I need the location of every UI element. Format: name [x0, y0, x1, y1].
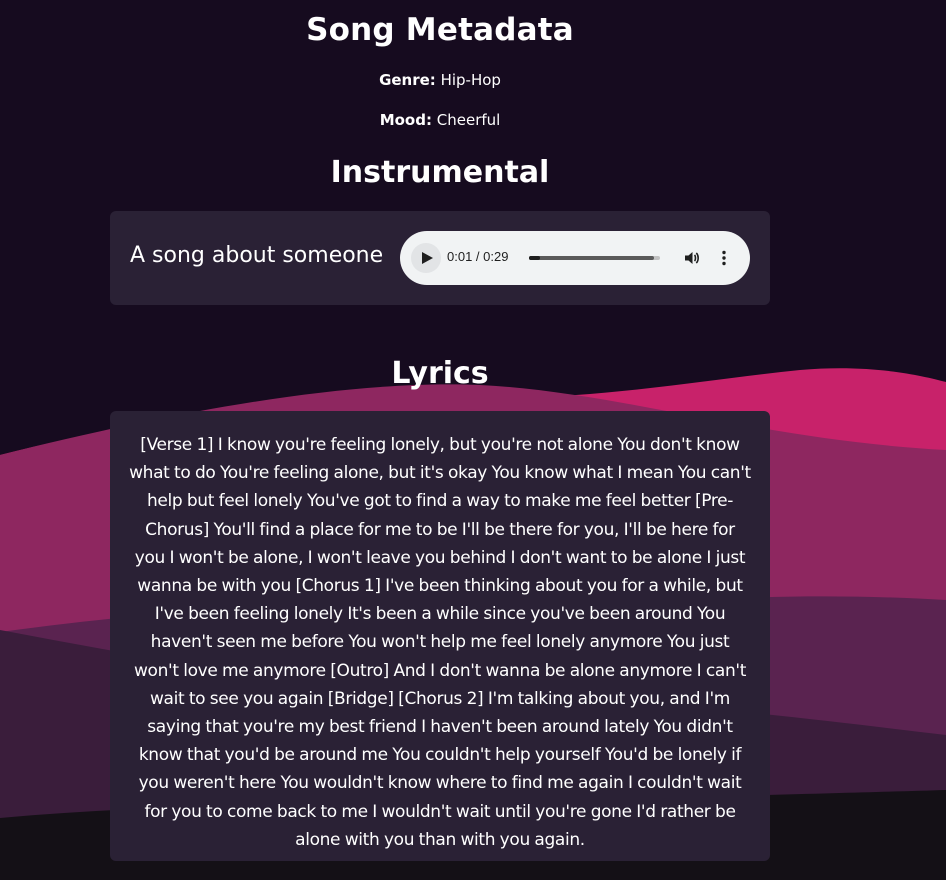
lyrics-card: [Verse 1] I know you're feeling lonely, …: [110, 411, 770, 861]
time-display: 0:01 / 0:29: [447, 249, 509, 264]
instrumental-card: A song about someone 0:01 / 0:29: [110, 211, 770, 305]
mood-row: Mood: Cheerful: [110, 111, 770, 129]
genre-value: Hip-Hop: [440, 71, 501, 89]
track-name: A song about someone: [130, 243, 384, 268]
seek-progress: [529, 256, 540, 260]
audio-player[interactable]: 0:01 / 0:29: [400, 231, 750, 285]
page-title: Song Metadata: [306, 12, 574, 48]
page: Song Metadata Genre: Hip-Hop Mood: Cheer…: [0, 0, 946, 880]
genre-row: Genre: Hip-Hop: [110, 71, 770, 89]
instrumental-heading: Instrumental: [330, 155, 550, 190]
genre-label: Genre:: [379, 71, 436, 89]
lyrics-text: [Verse 1] I know you're feeling lonely, …: [129, 435, 751, 850]
mood-value: Cheerful: [436, 111, 501, 129]
lyrics-heading: Lyrics: [391, 356, 489, 391]
mood-label: Mood:: [379, 111, 432, 129]
seek-bar[interactable]: [529, 256, 660, 260]
buffered-bar: [529, 256, 654, 260]
volume-icon[interactable]: [683, 249, 701, 267]
more-vertical-icon[interactable]: [718, 249, 730, 267]
play-icon[interactable]: [411, 243, 441, 273]
